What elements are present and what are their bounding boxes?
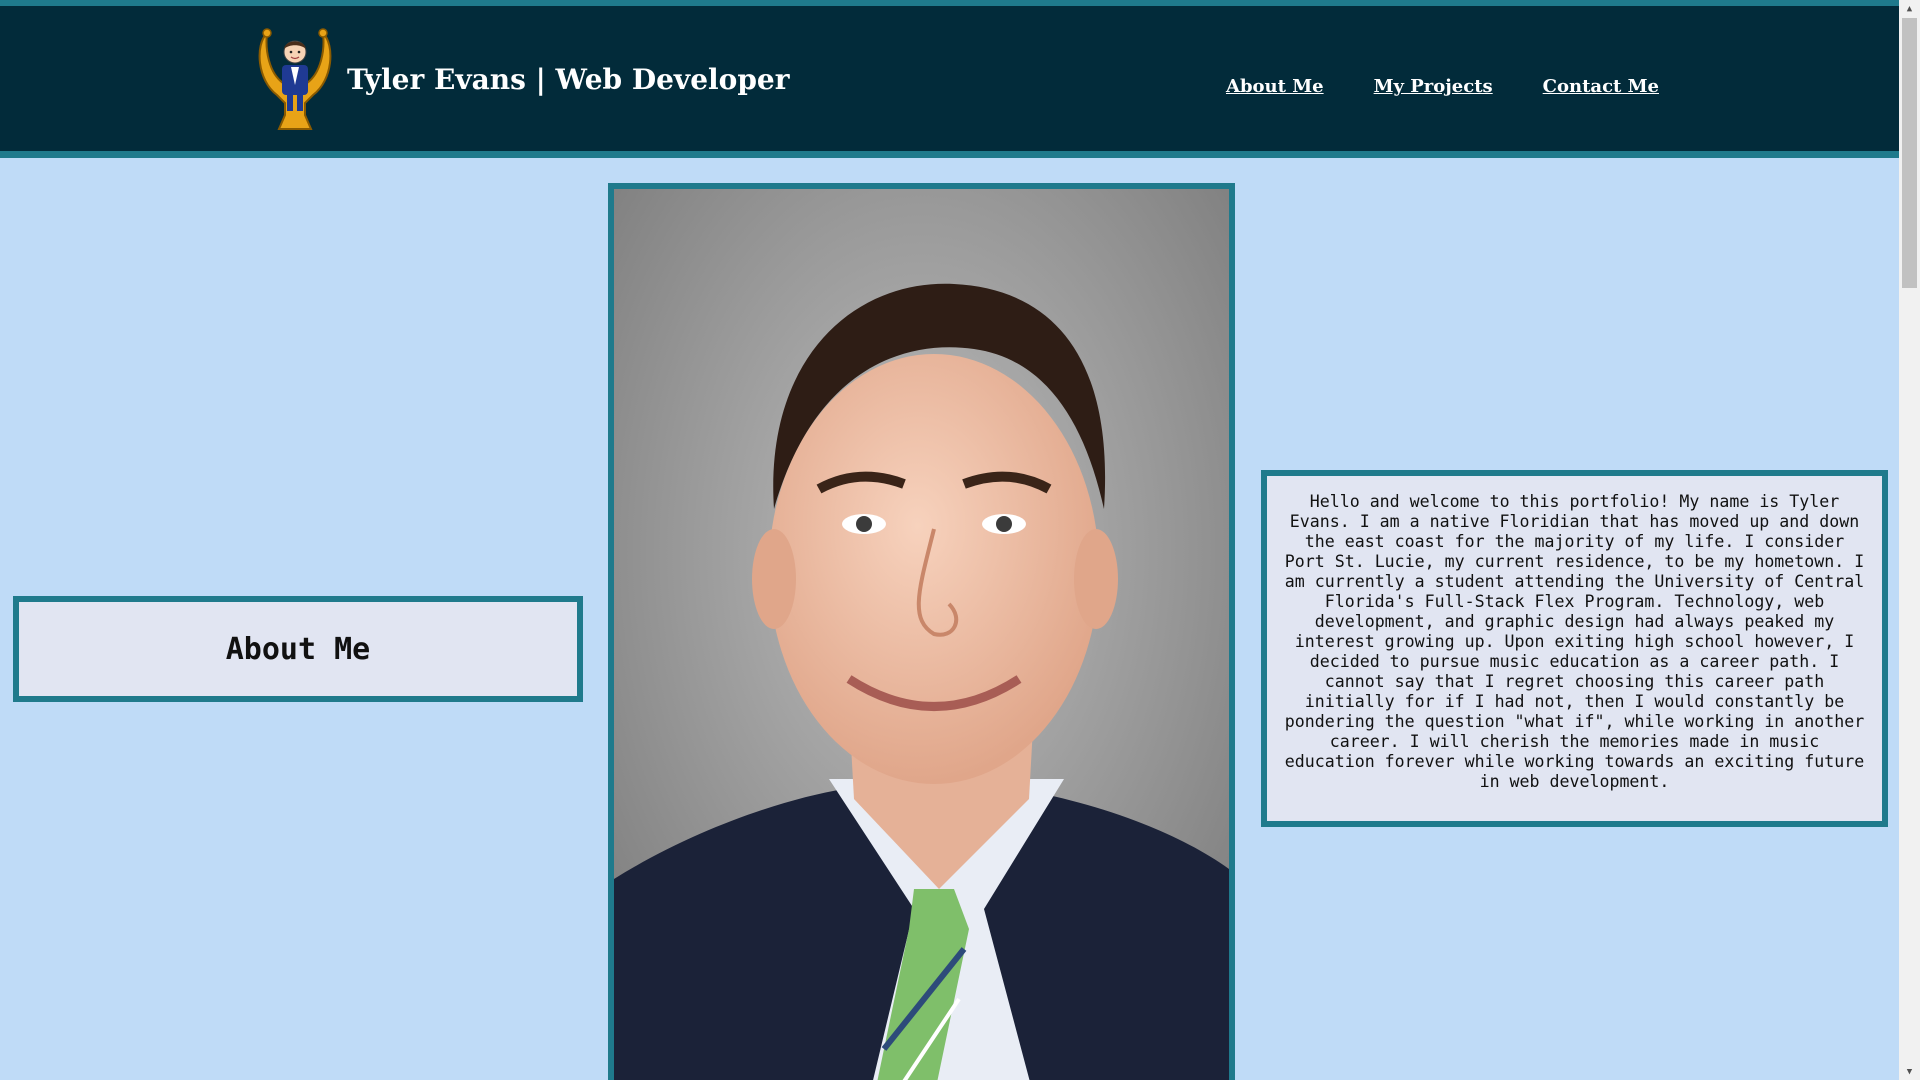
nav-link-about-me[interactable]: About Me	[1226, 76, 1324, 97]
bio-text: Hello and welcome to this portfolio! My …	[1284, 492, 1865, 791]
bio-panel: Hello and welcome to this portfolio! My …	[1261, 470, 1888, 827]
portrait-image	[614, 189, 1229, 1080]
scroll-down-arrow-icon[interactable]: ▼	[1899, 1063, 1920, 1080]
section-heading: About Me	[225, 631, 371, 667]
scroll-up-arrow-icon[interactable]: ▲	[1899, 0, 1920, 17]
scroll-thumb[interactable]	[1902, 18, 1917, 288]
page: Tyler Evans | Web Developer About Me My …	[0, 0, 1920, 1080]
nav-link-contact-me[interactable]: Contact Me	[1543, 76, 1659, 97]
about-heading-box: About Me	[13, 596, 583, 702]
main-nav: About Me My Projects Contact Me	[1226, 76, 1659, 97]
vertical-scrollbar[interactable]: ▲ ▼	[1899, 0, 1920, 1080]
nav-link-my-projects[interactable]: My Projects	[1374, 76, 1493, 97]
site-title: Tyler Evans | Web Developer	[347, 62, 790, 96]
profile-photo	[608, 183, 1235, 1080]
brand[interactable]: Tyler Evans | Web Developer	[255, 24, 789, 134]
lyre-mascot-icon	[258, 28, 332, 130]
site-header: Tyler Evans | Web Developer About Me My …	[0, 0, 1899, 158]
